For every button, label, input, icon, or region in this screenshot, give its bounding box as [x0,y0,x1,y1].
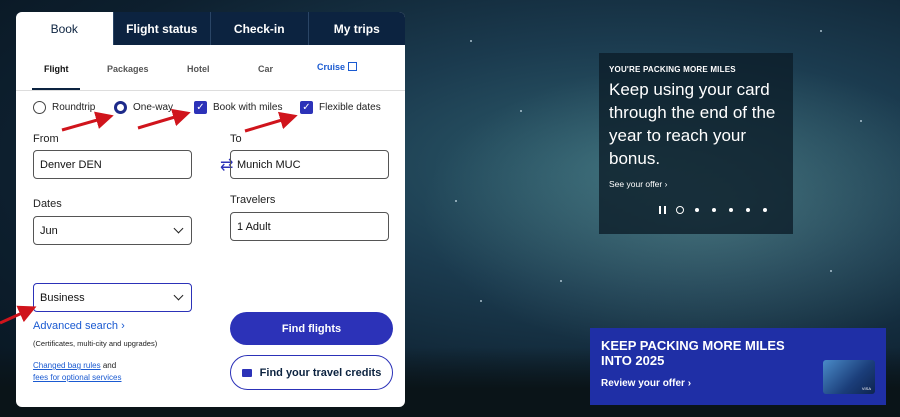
carousel-dot-active[interactable] [676,206,684,214]
carousel-dot[interactable] [763,208,767,212]
arrow-to-flexible-dates [244,111,298,133]
promo-kicker: YOU'RE PACKING MORE MILES [609,65,736,74]
see-offer-link[interactable]: See your offer › [609,179,783,189]
review-offer-label: Review your offer [601,378,685,389]
promo-card: YOU'RE PACKING MORE MILES Keep using you… [599,53,793,234]
offer-banner[interactable]: KEEP PACKING MORE MILES INTO 2025 Review… [590,328,886,405]
carousel-dot[interactable] [746,208,750,212]
banner-headline-1: KEEP PACKING MORE MILES [601,338,785,353]
carousel-controls [659,206,780,214]
carousel-dot[interactable] [712,208,716,212]
promo-headline: Keep using your card through the end of … [609,80,776,168]
carousel-dot[interactable] [695,208,699,212]
see-offer-label: See your offer [609,179,663,189]
credit-card-image: VISA [823,360,875,394]
arrow-to-oneway [61,111,114,132]
chevron-right-icon: › [664,179,668,189]
carousel-dot[interactable] [729,208,733,212]
pause-icon[interactable] [659,206,666,214]
arrow-to-cabin [0,305,37,325]
arrow-to-book-with-miles [137,108,191,130]
